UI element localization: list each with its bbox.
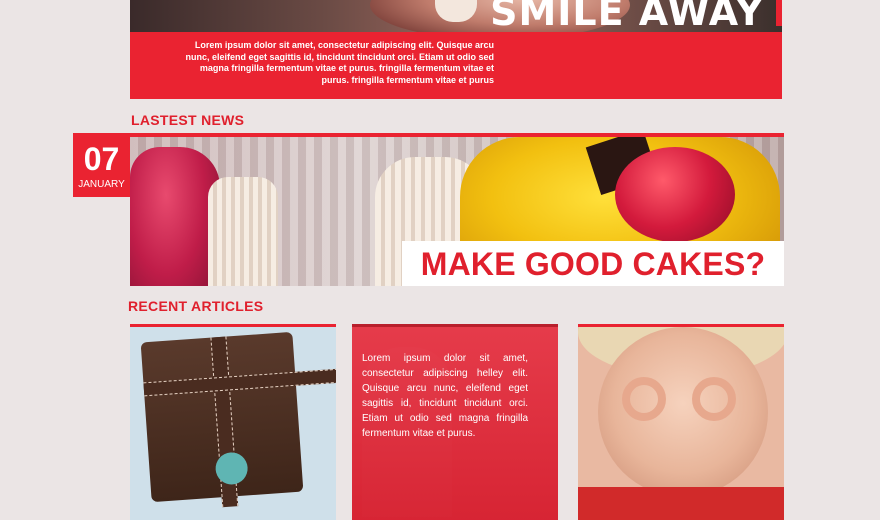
- article-card-kid[interactable]: [578, 324, 784, 520]
- hero-banner[interactable]: SMILE AWAY: [130, 0, 782, 32]
- latest-news-feature[interactable]: MAKE GOOD CAKES?: [130, 133, 784, 286]
- kid-image-face: [598, 327, 768, 497]
- article-card-text[interactable]: Lorem ipsum dolor sit amet, consectetur …: [352, 324, 558, 520]
- hero-text-band: Lorem ipsum dolor sit amet, consectetur …: [130, 32, 782, 99]
- news-headline[interactable]: MAKE GOOD CAKES?: [402, 241, 784, 286]
- news-image-raspberry: [615, 147, 735, 242]
- hero-accent-edge: [776, 0, 782, 26]
- gift-ribbon: [143, 368, 336, 397]
- news-date-day: 07: [83, 141, 120, 177]
- kid-image-shirt: [578, 487, 784, 520]
- news-date-badge: 07 JANUARY: [73, 133, 130, 197]
- latest-news-heading: LASTEST NEWS: [131, 112, 245, 128]
- hero-description: Lorem ipsum dolor sit amet, consectetur …: [185, 40, 494, 85]
- kid-image-hand-ring: [692, 377, 736, 421]
- news-image-red-cake: [130, 147, 220, 286]
- hero-title: SMILE AWAY: [490, 0, 764, 32]
- article-excerpt: Lorem ipsum dolor sit amet, consectetur …: [362, 353, 528, 439]
- news-image-cupcake-liner: [208, 177, 278, 286]
- gift-box-image: [140, 331, 336, 508]
- news-date-month: JANUARY: [78, 179, 125, 190]
- recent-articles-heading: RECENT ARTICLES: [128, 298, 264, 314]
- kid-image-hand-ring: [622, 377, 666, 421]
- article-card-gift-box[interactable]: [130, 324, 336, 520]
